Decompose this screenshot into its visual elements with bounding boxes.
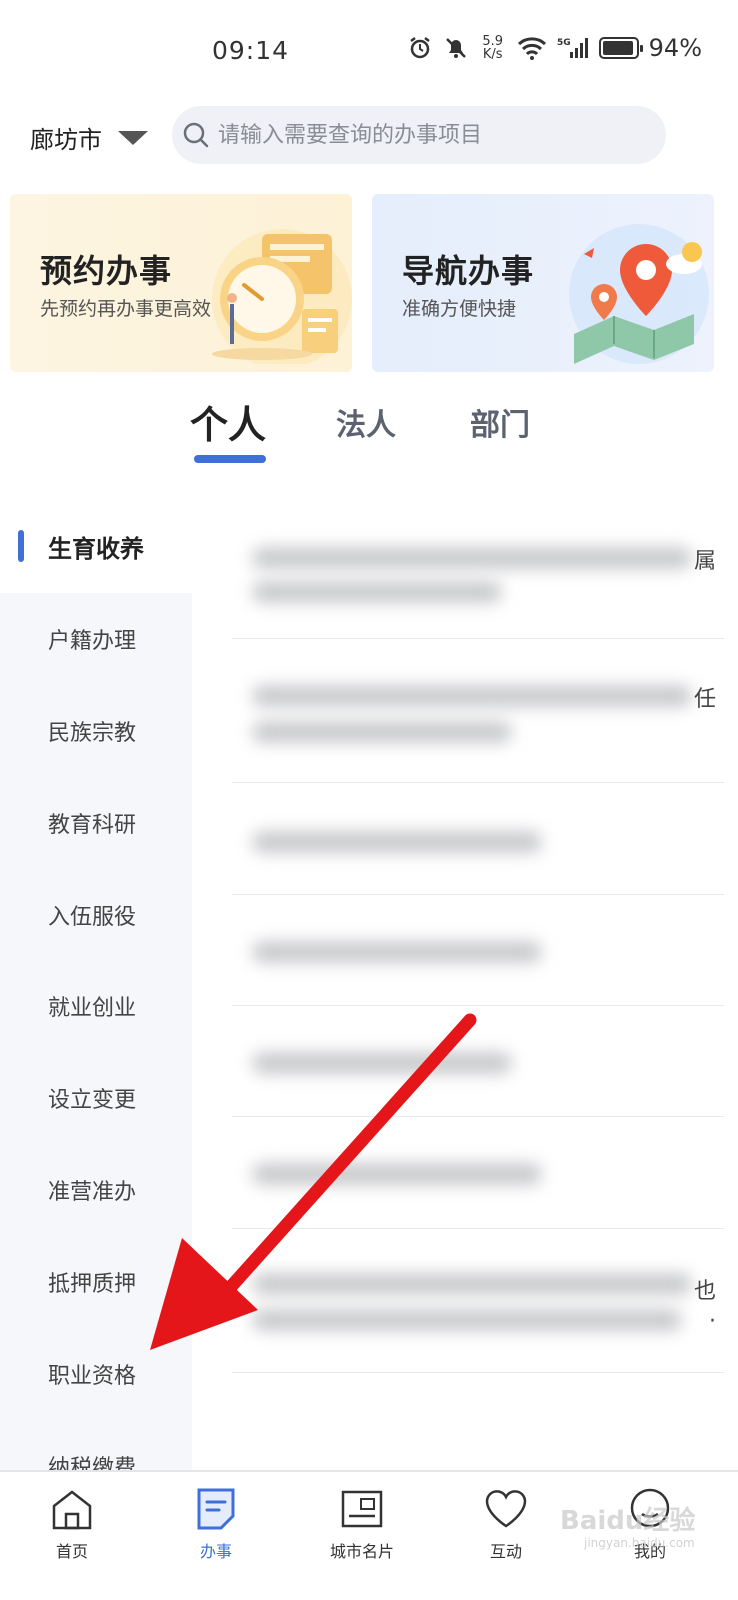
status-icons: 5.9 K/s 5G 94% <box>407 34 702 62</box>
category-label: 民族宗教 <box>48 721 137 746</box>
heart-icon <box>485 1490 527 1528</box>
blurred-text <box>252 581 502 603</box>
list-item[interactable] <box>232 895 724 1006</box>
blurred-text <box>252 1273 692 1295</box>
blurred-text <box>252 941 542 963</box>
category-item-tax-payment[interactable]: 纳税缴费 <box>0 1420 192 1472</box>
search-input[interactable] <box>218 122 648 148</box>
category-item-military-service[interactable]: 入伍服役 <box>0 869 192 961</box>
alarm-icon <box>409 37 430 59</box>
category-label: 入伍服役 <box>48 905 137 930</box>
status-time: 09:14 <box>212 36 290 65</box>
category-sidebar: 生育收养 户籍办理 民族宗教 教育科研 入伍服役 就业创业 设立变更 准营准办 … <box>0 500 192 1473</box>
home-icon <box>52 1490 92 1530</box>
nav-services-label: 办事 <box>199 1542 232 1561</box>
appointment-subtitle: 先预约再办事更高效 <box>40 298 212 320</box>
category-label: 教育科研 <box>48 813 137 838</box>
tab-department[interactable]: 部门 <box>470 400 530 444</box>
item-edge-text: 也 <box>693 1279 716 1304</box>
blurred-text <box>252 1163 542 1185</box>
city-name: 廊坊市 <box>30 126 102 154</box>
status-bar: 09:14 5.9 K/s 5G 94% <box>0 0 738 100</box>
blurred-text <box>252 1309 682 1331</box>
nav-interaction-label: 互动 <box>489 1542 522 1561</box>
baidu-watermark: Baidu经验 <box>560 1506 696 1536</box>
category-label: 生育收养 <box>48 534 144 563</box>
battery-icon <box>598 37 643 59</box>
nav-services[interactable]: 办事 <box>156 1472 276 1572</box>
category-label: 设立变更 <box>48 1088 137 1113</box>
item-edge-text: 任 <box>693 687 716 712</box>
battery-level <box>602 41 633 55</box>
list-item[interactable] <box>232 783 724 895</box>
blurred-text <box>252 547 692 569</box>
nav-interaction[interactable]: 互动 <box>446 1472 566 1572</box>
battery-percent: 94% <box>648 34 702 62</box>
service-type-tabs: 个人 法人 部门 <box>0 400 738 470</box>
category-item-business-permits[interactable]: 准营准办 <box>0 1144 192 1236</box>
mute-bell-icon <box>445 38 466 58</box>
list-item[interactable] <box>232 1117 724 1229</box>
cell-signal-icon: 5G <box>557 38 588 58</box>
blurred-text <box>252 1052 512 1074</box>
search-bar[interactable] <box>172 106 666 164</box>
svg-text:5G: 5G <box>557 38 571 48</box>
tab-legal-entity[interactable]: 法人 <box>336 400 396 444</box>
net-speed-unit: K/s <box>482 47 503 62</box>
navigation-subtitle: 准确方便快捷 <box>402 298 517 320</box>
clock-illustration-icon <box>212 229 352 364</box>
category-item-mortgage-pledge[interactable]: 抵押质押 <box>0 1236 192 1328</box>
category-label: 准营准办 <box>48 1180 137 1205</box>
category-label: 抵押质押 <box>48 1272 137 1297</box>
nav-city-card[interactable]: 城市名片 <box>302 1472 422 1572</box>
baidu-watermark-url: jingyan.baidu.com <box>584 1536 695 1550</box>
appointment-title: 预约办事 <box>40 252 173 290</box>
appointment-card[interactable]: 预约办事 先预约再办事更高效 <box>10 194 352 372</box>
navigation-title: 导航办事 <box>402 252 535 290</box>
nav-home-label: 首页 <box>55 1542 88 1561</box>
category-label: 户籍办理 <box>48 629 137 654</box>
category-label: 就业创业 <box>48 996 137 1021</box>
category-item-education-research[interactable]: 教育科研 <box>0 777 192 869</box>
document-icon <box>197 1488 235 1530</box>
category-label: 纳税缴费 <box>48 1456 137 1472</box>
category-item-ethnic-religion[interactable]: 民族宗教 <box>0 685 192 777</box>
blurred-text <box>252 721 512 743</box>
list-item[interactable]: 也 · <box>232 1229 724 1373</box>
category-item-establishment-change[interactable]: 设立变更 <box>0 1052 192 1144</box>
map-pin-illustration-icon <box>569 224 709 364</box>
category-label: 职业资格 <box>48 1364 137 1389</box>
caret-down-icon <box>118 130 148 145</box>
category-item-employment[interactable]: 就业创业 <box>0 960 192 1052</box>
net-speed: 5.9 K/s <box>479 35 507 61</box>
blurred-text <box>252 831 542 853</box>
list-item[interactable]: 属 <box>232 525 724 639</box>
list-item[interactable]: 任 <box>232 639 724 783</box>
nav-city-card-label: 城市名片 <box>329 1542 394 1561</box>
postcard-icon <box>341 1490 383 1528</box>
category-item-birth-adoption[interactable]: 生育收养 <box>0 500 192 592</box>
list-item[interactable] <box>232 1006 724 1117</box>
item-edge-text: 属 <box>693 549 716 574</box>
search-icon <box>183 122 209 148</box>
category-item-professional-qualification[interactable]: 职业资格 <box>0 1328 192 1420</box>
blurred-text <box>252 685 692 707</box>
wifi-icon <box>517 37 546 60</box>
city-selector[interactable]: 廊坊市 <box>30 120 148 155</box>
navigation-card[interactable]: 导航办事 准确方便快捷 <box>372 194 714 372</box>
active-category-marker <box>18 530 24 562</box>
active-tab-indicator <box>194 455 266 463</box>
item-edge-text: · <box>709 1309 716 1334</box>
nav-home[interactable]: 首页 <box>12 1472 132 1572</box>
category-item-household-registration[interactable]: 户籍办理 <box>0 593 192 685</box>
tab-personal[interactable]: 个人 <box>190 394 266 449</box>
